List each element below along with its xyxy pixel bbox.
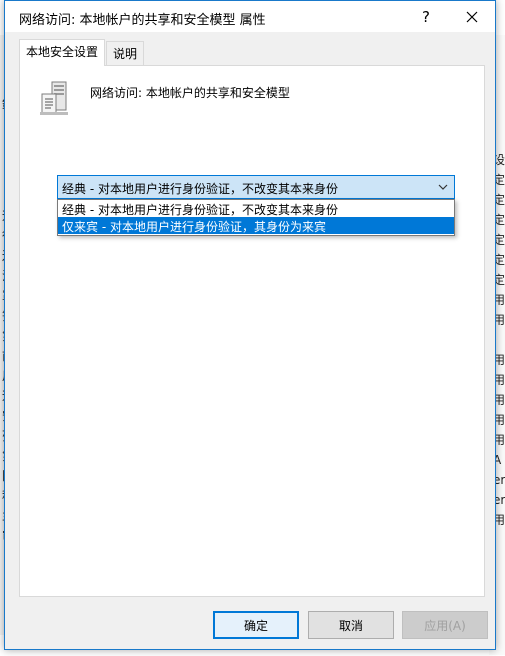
- title-bar[interactable]: 网络访问: 本地帐户的共享和安全模型 属性 ?: [5, 1, 495, 32]
- apply-button[interactable]: 应用(A): [402, 611, 488, 639]
- select-dropdown-list: 经典 - 对本地用户进行身份验证，不改变其本来身份 仅来宾 - 对本地用户进行身…: [57, 199, 455, 236]
- properties-dialog: 网络访问: 本地帐户的共享和安全模型 属性 ? 本地安全设置 说明 网络访问:: [4, 0, 496, 650]
- security-model-select[interactable]: 经典 - 对本地用户进行身份验证，不改变其本来身份: [57, 175, 455, 199]
- dropdown-option-classic[interactable]: 经典 - 对本地用户进行身份验证，不改变其本来身份: [58, 200, 454, 217]
- dropdown-option-guest-only[interactable]: 仅来宾 - 对本地用户进行身份验证，其身份为来宾: [58, 217, 454, 234]
- tab-explain[interactable]: 说明: [106, 41, 145, 65]
- window-title: 网络访问: 本地帐户的共享和安全模型 属性: [19, 13, 266, 28]
- close-icon: [466, 11, 478, 22]
- ok-button[interactable]: 确定: [213, 611, 299, 639]
- tab-label: 本地安全设置: [26, 45, 99, 59]
- select-value: 经典 - 对本地用户进行身份验证，不改变其本来身份: [62, 182, 338, 196]
- close-button[interactable]: [449, 1, 495, 32]
- server-policy-icon: [40, 81, 68, 115]
- tab-local-security-setting[interactable]: 本地安全设置: [19, 39, 106, 66]
- help-button[interactable]: ?: [403, 1, 449, 32]
- help-icon: ?: [422, 7, 430, 26]
- tab-label: 说明: [113, 47, 138, 61]
- option-label: 经典 - 对本地用户进行身份验证，不改变其本来身份: [62, 203, 338, 217]
- option-label: 仅来宾 - 对本地用户进行身份验证，其身份为来宾: [62, 220, 326, 234]
- chevron-down-icon[interactable]: [436, 179, 450, 195]
- policy-name: 网络访问: 本地帐户的共享和安全模型: [90, 86, 290, 100]
- cancel-button[interactable]: 取消: [308, 611, 394, 639]
- tab-panel: 网络访问: 本地帐户的共享和安全模型 经典 - 对本地用户进行身份验证，不改变其…: [19, 65, 485, 597]
